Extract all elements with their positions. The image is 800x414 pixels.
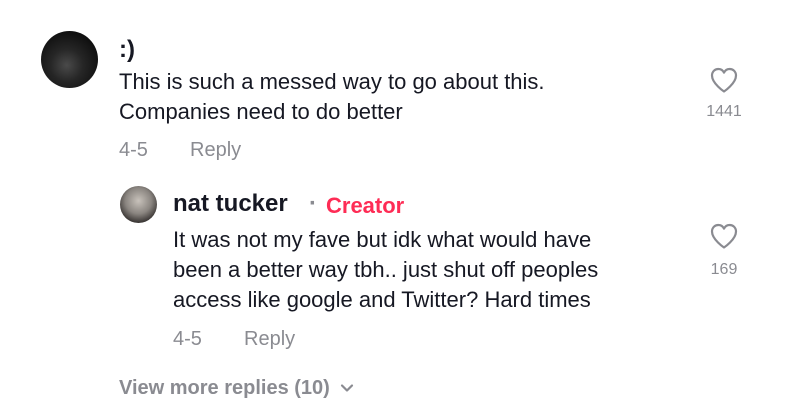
comment-text: This is such a messed way to go about th…	[119, 69, 545, 124]
view-more-replies-button[interactable]: View more replies (10)	[119, 376, 354, 400]
like-count: 1441	[706, 103, 742, 120]
creator-badge: Creator	[326, 193, 405, 218]
view-more-label: View more replies (10)	[119, 377, 330, 399]
comment-username[interactable]: nat tucker	[173, 190, 288, 218]
avatar[interactable]	[120, 186, 157, 223]
comment-date: 4-5	[173, 328, 202, 350]
comment-date: 4-5	[119, 139, 148, 161]
avatar[interactable]	[41, 31, 98, 88]
chevron-down-icon	[340, 384, 353, 392]
heart-outline-icon[interactable]	[709, 66, 739, 94]
reply-button[interactable]: Reply	[190, 138, 241, 162]
comment-username[interactable]: :)	[119, 36, 135, 64]
reply-button[interactable]: Reply	[244, 327, 295, 351]
comment-text: It was not my fave but idk what would ha…	[173, 227, 599, 312]
like-count: 169	[710, 261, 738, 278]
heart-outline-icon[interactable]	[709, 222, 739, 250]
separator-dot: ·	[309, 190, 317, 217]
